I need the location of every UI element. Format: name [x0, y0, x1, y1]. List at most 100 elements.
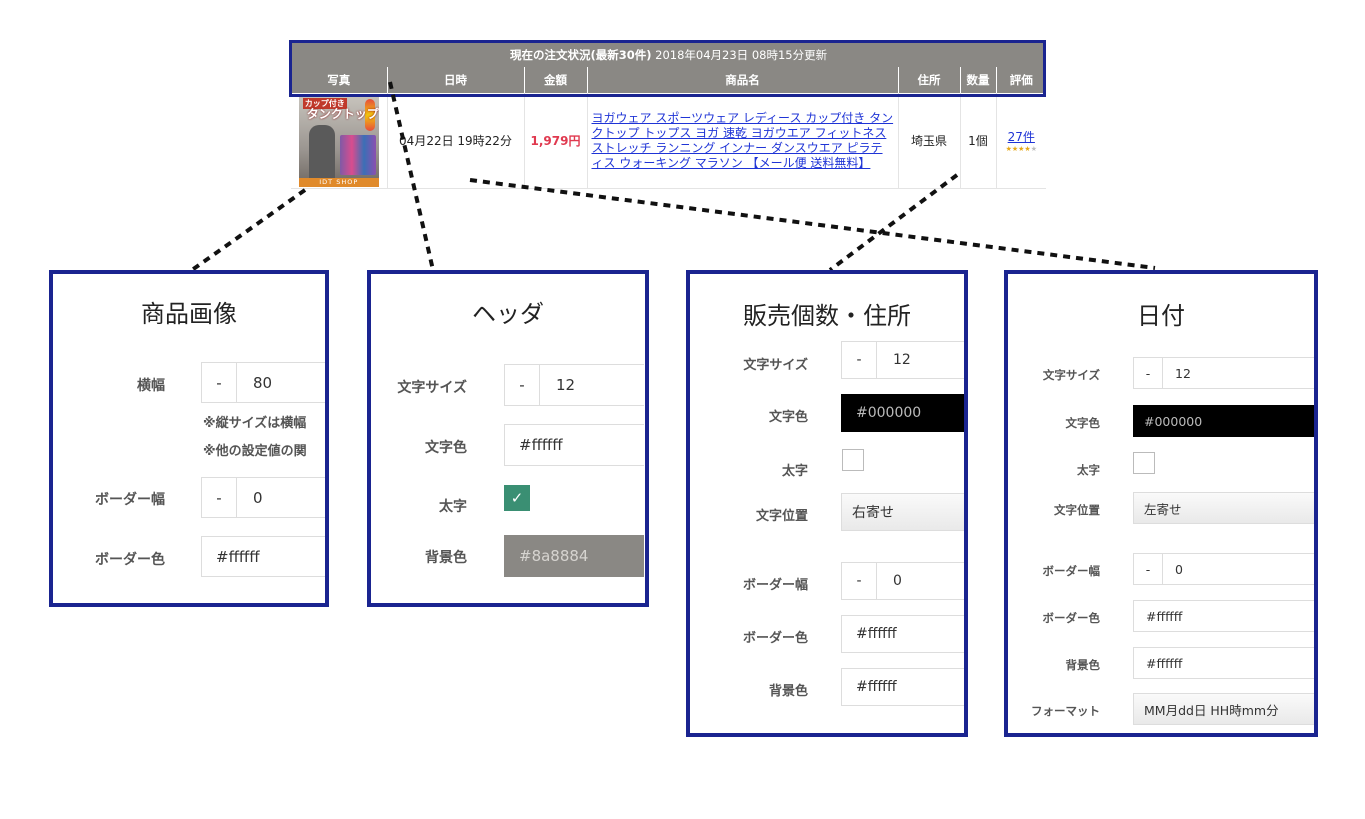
font-color-input[interactable]: #000000: [1133, 405, 1314, 437]
font-size-value[interactable]: 12: [877, 352, 911, 368]
border-width-value[interactable]: 0: [237, 489, 263, 507]
model-figure: [308, 124, 335, 183]
font-size-stepper[interactable]: - 12: [504, 364, 644, 406]
panel-title: 日付: [1137, 302, 1185, 330]
align-label: 文字位置: [755, 509, 808, 524]
border-color-input[interactable]: #ffffff: [201, 536, 325, 577]
stars-empty: ★: [1030, 145, 1037, 153]
color-swatches: [339, 134, 376, 175]
product-image[interactable]: カップ付き タンクトップ IDT SHOP: [298, 94, 379, 187]
align-label: 文字位置: [1054, 503, 1100, 517]
panel-quantity-address: 販売個数・住所 文字サイズ - 12 文字色 #000000 太字 文字位置 右…: [686, 270, 968, 737]
font-color-label: 文字色: [768, 410, 808, 425]
note-other: ※他の設定値の関: [203, 444, 307, 459]
bg-color-label: 背景色: [1065, 658, 1101, 672]
note-height: ※縦サイズは横幅: [203, 416, 307, 431]
border-width-value[interactable]: 0: [1163, 562, 1183, 577]
width-value[interactable]: 80: [237, 374, 272, 392]
align-select[interactable]: 左寄せ: [1133, 492, 1314, 524]
datetime-cell: 04月22日 19時22分: [387, 93, 525, 189]
table-title-bold: 現在の注文状況(最新30件): [509, 47, 652, 62]
header-photo: 写真: [291, 67, 388, 93]
border-color-label: ボーダー色: [95, 552, 165, 568]
leader-date: [469, 178, 1156, 270]
font-color-input[interactable]: #ffffff: [504, 424, 644, 466]
leader-image: [190, 188, 307, 272]
panel-title: 販売個数・住所: [743, 302, 911, 330]
header-rating: 評価: [996, 67, 1047, 93]
border-width-value[interactable]: 0: [877, 573, 902, 589]
font-color-label: 文字色: [425, 440, 467, 456]
header-datetime: 日時: [387, 67, 525, 93]
image-caption-main: タンクトップ: [306, 106, 379, 121]
header-address: 住所: [898, 67, 961, 93]
border-color-input[interactable]: #ffffff: [841, 615, 964, 653]
header-price: 金額: [524, 67, 588, 93]
table-row: カップ付き タンクトップ IDT SHOP 04月22日 19時22分 1,97…: [291, 93, 1047, 189]
panel-title: 商品画像: [141, 300, 237, 328]
width-minus-button[interactable]: -: [202, 363, 237, 402]
align-select[interactable]: 右寄せ: [841, 493, 964, 531]
bold-checkbox[interactable]: ✓: [504, 485, 530, 511]
format-select[interactable]: MM月dd日 HH時mm分: [1133, 693, 1314, 725]
font-size-stepper[interactable]: - 12: [841, 341, 964, 379]
table-title-updated: 2018年04月23日 08時15分更新: [651, 47, 828, 62]
bold-checkbox[interactable]: [1133, 452, 1155, 474]
border-width-stepper[interactable]: - 0: [841, 562, 964, 600]
review-count-link[interactable]: 27件: [1008, 130, 1035, 144]
font-color-input[interactable]: #000000: [841, 394, 964, 432]
bold-label: 太字: [1077, 463, 1100, 477]
header-product: 商品名: [587, 67, 899, 93]
header-quantity: 数量: [960, 67, 997, 93]
bold-label: 太字: [439, 499, 467, 515]
bold-checkbox[interactable]: [842, 449, 864, 471]
border-width-label: ボーダー幅: [1042, 564, 1101, 578]
product-name-link[interactable]: ヨガウェア スポーツウェア レディース カップ付き タンクトップ トップス ヨガ…: [587, 93, 899, 189]
bold-label: 太字: [781, 464, 808, 479]
font-size-label: 文字サイズ: [397, 380, 467, 396]
bg-color-input[interactable]: #ffffff: [1133, 647, 1314, 679]
font-size-label: 文字サイズ: [743, 358, 808, 373]
border-width-label: ボーダー幅: [742, 578, 808, 593]
border-width-stepper[interactable]: - 0: [201, 477, 325, 518]
bg-color-input[interactable]: #ffffff: [841, 668, 964, 706]
width-label: 横幅: [137, 378, 165, 394]
image-shop-name: IDT SHOP: [298, 177, 379, 187]
border-color-label: ボーダー色: [1042, 611, 1101, 625]
border-width-minus-button[interactable]: -: [202, 478, 237, 517]
address-cell: 埼玉県: [898, 93, 961, 189]
font-size-stepper[interactable]: - 12: [1133, 357, 1314, 389]
format-label: フォーマット: [1031, 704, 1100, 718]
check-icon: ✓: [510, 489, 524, 507]
border-color-input[interactable]: #ffffff: [1133, 600, 1314, 632]
panel-title: ヘッダ: [472, 300, 544, 328]
table-header-row: 写真 日時 金額 商品名 住所 数量 評価: [291, 67, 1047, 93]
font-size-minus-button[interactable]: -: [505, 365, 540, 405]
border-width-label: ボーダー幅: [95, 492, 165, 508]
border-width-minus-button[interactable]: -: [842, 563, 877, 599]
table-title-row: 現在の注文状況(最新30件) 2018年04月23日 08時15分更新: [291, 42, 1047, 67]
panel-header: ヘッダ 文字サイズ - 12 文字色 #ffffff 太字 ✓ 背景色 #8a8…: [367, 270, 649, 607]
table-title: 現在の注文状況(最新30件) 2018年04月23日 08時15分更新: [291, 42, 1047, 67]
font-size-label: 文字サイズ: [1042, 368, 1100, 382]
bg-color-label: 背景色: [425, 550, 467, 566]
stars-filled: ★★★★: [1005, 145, 1031, 153]
bg-color-label: 背景色: [768, 684, 808, 699]
font-size-value[interactable]: 12: [1163, 366, 1191, 381]
price-cell: 1,979円: [524, 93, 588, 189]
border-width-minus-button[interactable]: -: [1134, 554, 1163, 584]
width-stepper[interactable]: - 80: [201, 362, 325, 403]
font-color-label: 文字色: [1065, 416, 1101, 430]
star-rating: ★★★★★: [997, 145, 1047, 153]
font-size-value[interactable]: 12: [540, 376, 575, 394]
font-size-minus-button[interactable]: -: [1134, 358, 1163, 388]
border-width-stepper[interactable]: - 0: [1133, 553, 1314, 585]
rating-cell: 27件 ★★★★★: [996, 93, 1047, 189]
font-size-minus-button[interactable]: -: [842, 342, 877, 378]
panel-product-image: 商品画像 横幅 - 80 ※縦サイズは横幅 ※他の設定値の関 ボーダー幅 - 0…: [49, 270, 329, 607]
quantity-cell: 1個: [960, 93, 997, 189]
panel-date: 日付 文字サイズ - 12 文字色 #000000 太字 文字位置 左寄せ ボー…: [1004, 270, 1318, 737]
order-status-table: 現在の注文状況(最新30件) 2018年04月23日 08時15分更新 写真 日…: [291, 42, 1047, 189]
bg-color-input[interactable]: #8a8884: [504, 535, 644, 577]
border-color-label: ボーダー色: [742, 631, 808, 646]
